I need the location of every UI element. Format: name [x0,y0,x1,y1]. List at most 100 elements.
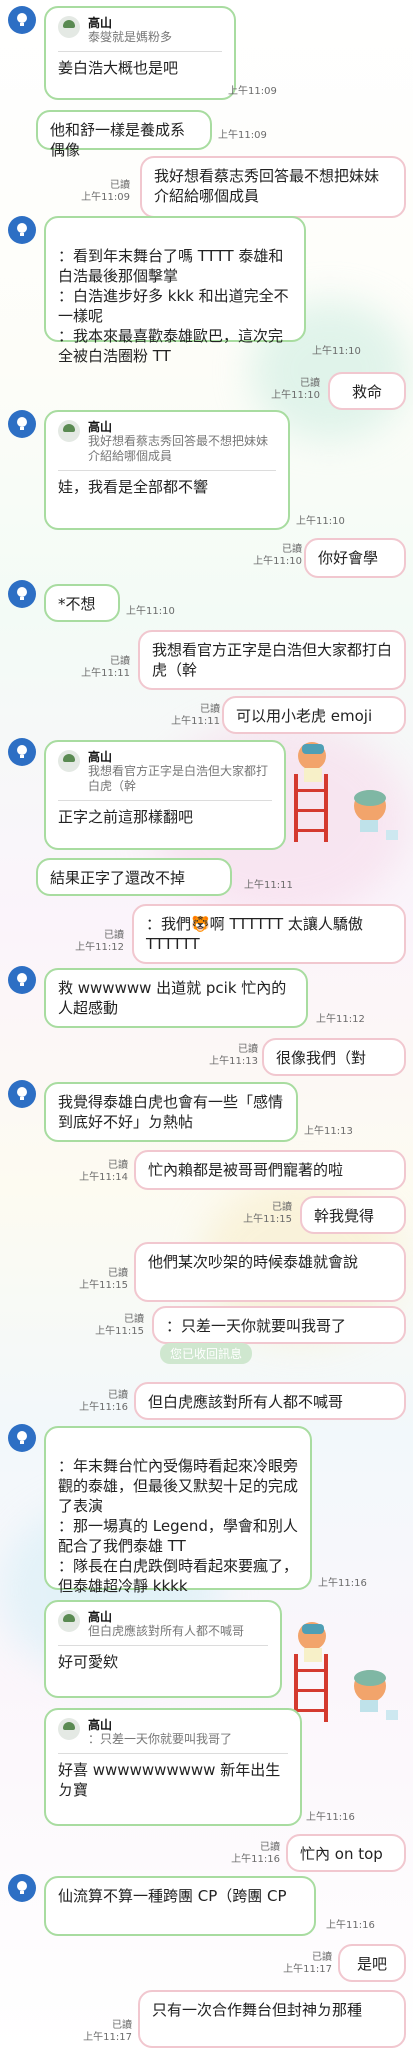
message-bubble[interactable]: 你好會學 [304,538,406,578]
read-receipt: 已讀 [108,1390,128,1401]
quote-text: 我想看官方正字是白浩但大家都打白虎（幹 [88,764,269,793]
message-meta: 已讀 上午11:17 [274,1952,332,1976]
avatar[interactable] [8,6,36,34]
message-text: 只有一次合作舞台但封神ㄉ那種 [152,2001,363,2019]
quote-avatar [58,1718,80,1740]
child-on-ladder-sticker[interactable] [284,1614,406,1724]
reply-quote[interactable]: 高山 我好想看蔡志秀回答最不想把妹妹介紹給哪個成員 [58,420,276,471]
message-meta: 已讀 上午11:11 [162,704,220,728]
message-time: 上午11:13 [304,1126,353,1137]
message-bubble[interactable]: 高山 ：只差一天你就要叫我哥了 好喜 wwwwwwwwww 新年出生ㄉ寶 [44,1708,302,1826]
message-time: 上午11:11 [171,716,220,727]
message-bubble[interactable]: 只有一次合作舞台但封神ㄉ那種 [138,1990,406,2048]
avatar[interactable] [8,216,36,244]
quote-avatar [58,16,80,38]
message-time: 上午11:14 [79,1172,128,1183]
message-bubble[interactable]: 高山 我好想看蔡志秀回答最不想把妹妹介紹給哪個成員 娃，我看是全部都不響 [44,410,290,530]
message-text: 好喜 wwwwwwwwww 新年出生ㄉ寶 [58,1761,281,1799]
message-bubble[interactable]: 高山 但白虎應該對所有人都不喊哥 好可愛欸 [44,1600,282,1698]
read-receipt: 已讀 [110,656,130,667]
message-bubble[interactable]: 他們某次吵架的時候泰雄就會說 [134,1242,406,1302]
message-bubble[interactable]: 仙流算不算一種跨團 CP（跨團 CP [44,1876,316,1936]
message-time: 上午11:10 [312,346,361,357]
avatar[interactable] [8,410,36,438]
child-on-ladder-sticker[interactable] [284,734,406,844]
quote-sender: 高山 [88,1610,113,1624]
message-text: 結果正字了還改不掉 [50,869,186,887]
system-notice: 您已收回訊息 [160,1343,253,1364]
message-text: 姜白浩大概也是吧 [58,59,179,77]
lightbulb-icon [17,223,27,236]
message-text: 幹我覺得 [314,1207,375,1225]
message-text: ：看到年末舞台了嗎 TTTT 泰雄和白浩最後那個擊掌 ：白浩進步好多 kkk 和… [58,247,289,365]
avatar[interactable] [8,1424,36,1452]
sticker-image [294,742,398,842]
read-receipt: 已讀 [112,2020,132,2031]
message-bubble[interactable]: 忙內賴都是被哥哥們寵著的啦 [134,1150,406,1190]
lightbulb-icon [17,973,27,986]
quote-avatar [58,1610,80,1632]
read-receipt: 已讀 [110,180,130,191]
avatar[interactable] [8,1874,36,1902]
message-time: 上午11:15 [95,1326,144,1337]
avatar[interactable] [8,966,36,994]
message-time: 上午11:12 [316,1014,365,1025]
message-bubble[interactable]: 但白虎應該對所有人都不喊哥 [134,1382,406,1420]
quote-text: 我好想看蔡志秀回答最不想把妹妹介紹給哪個成員 [88,434,269,463]
reply-quote[interactable]: 高山 但白虎應該對所有人都不喊哥 [58,1610,268,1646]
reply-quote[interactable]: 高山 ：只差一天你就要叫我哥了 [58,1718,288,1754]
message-text: 正字之前這那樣翻吧 [58,808,194,826]
message-bubble[interactable]: 高山 泰燮就是媽粉多 姜白浩大概也是吧 [44,6,236,100]
message-bubble[interactable]: 結果正字了還改不掉 [36,858,232,896]
quote-avatar [58,750,80,772]
message-time: 上午11:12 [75,942,124,953]
lightbulb-icon [17,13,27,26]
lightbulb-icon [17,1087,27,1100]
message-bubble[interactable]: 我好想看蔡志秀回答最不想把妹妹介紹給哪個成員 [140,156,406,218]
quote-text: ：只差一天你就要叫我哥了 [88,1732,233,1746]
avatar[interactable] [8,1080,36,1108]
message-bubble[interactable]: 很像我們（對 [262,1038,406,1076]
message-text: 忙內 on top [300,1845,383,1863]
message-text: 我覺得泰雄白虎也會有一些「感情到底好不好」ㄉ熱帖 [58,1093,284,1131]
quote-text: 但白虎應該對所有人都不喊哥 [88,1624,245,1638]
message-text: 他和舒一樣是養成系偶像 [50,121,186,159]
message-bubble[interactable]: *不想 [44,584,120,622]
message-bubble[interactable]: 我覺得泰雄白虎也會有一些「感情到底好不好」ㄉ熱帖 [44,1082,298,1142]
lightbulb-icon [17,1881,27,1894]
message-bubble[interactable]: ：我們🐯啊 TTTTTT 太讓人驕傲 TTTTTT [132,904,406,964]
message-text: *不想 [58,595,96,613]
quote-text: 泰燮就是媽粉多 [88,30,173,44]
message-bubble[interactable]: 高山 我想看官方正字是白浩但大家都打白虎（幹 正字之前這那樣翻吧 [44,740,286,850]
avatar[interactable] [8,738,36,766]
message-time: 上午11:11 [81,668,130,679]
message-bubble[interactable]: ：只差一天你就要叫我哥了 [152,1306,406,1344]
message-time: 上午11:17 [283,1964,332,1975]
message-bubble[interactable]: 可以用小老虎 emoji [222,696,406,734]
message-bubble[interactable]: ：年末舞台忙內受傷時看起來冷眼旁觀的泰雄，但最後又默契十足的完成了表演 ：那一場… [44,1426,312,1595]
message-text: 忙內賴都是被哥哥們寵著的啦 [148,1161,344,1179]
read-receipt: 已讀 [260,1842,280,1853]
message-text: 娃，我看是全部都不響 [58,478,209,496]
message-meta: 已讀 上午11:17 [74,2020,132,2044]
message-bubble[interactable]: ：看到年末舞台了嗎 TTTT 泰雄和白浩最後那個擊掌 ：白浩進步好多 kkk 和… [44,216,306,365]
message-meta: 已讀 上午11:10 [244,544,302,568]
message-bubble[interactable]: 他和舒一樣是養成系偶像 [36,110,212,159]
message-bubble[interactable]: 忙內 on top [286,1834,406,1872]
sticker-image [294,1622,398,1722]
message-bubble[interactable]: 我想看官方正字是白浩但大家都打白虎（幹 [138,630,406,690]
message-bubble[interactable]: 救 wwwwww 出道就 pcik 忙內的人超感動 [44,968,308,1028]
read-receipt: 已讀 [104,930,124,941]
message-bubble[interactable]: 幹我覺得 [300,1196,406,1234]
message-text: ：我們🐯啊 TTTTTT 太讓人驕傲 TTTTTT [146,915,363,953]
message-meta: 已讀 上午11:15 [234,1202,292,1226]
reply-quote[interactable]: 高山 我想看官方正字是白浩但大家都打白虎（幹 [58,750,272,801]
message-bubble[interactable]: 是吧 [338,1944,406,1982]
message-text: 很像我們（對 [276,1049,367,1067]
avatar[interactable] [8,580,36,608]
message-text: 是吧 [356,1955,387,1973]
reply-quote[interactable]: 高山 泰燮就是媽粉多 [58,16,222,52]
message-text: 仙流算不算一種跨團 CP（跨團 CP [58,1887,287,1905]
message-bubble[interactable]: 救命 [328,372,406,410]
quote-avatar [58,420,80,442]
